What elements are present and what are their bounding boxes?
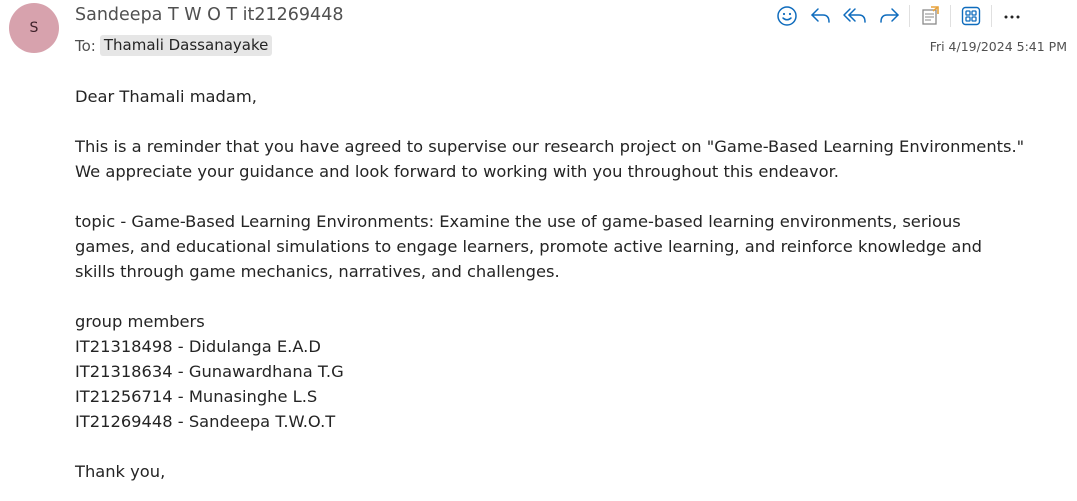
- email-reading-pane: S Sandeepa T W O T it21269448 To: Thamal…: [0, 0, 1077, 501]
- reply-icon: [809, 6, 833, 26]
- to-row: To: Thamali Dassanayake: [75, 35, 273, 56]
- member-item: IT21318634 - Gunawardhana T.G: [75, 362, 344, 381]
- avatar-initial: S: [29, 20, 39, 36]
- member-item: IT21256714 - Munasinghe L.S: [75, 387, 318, 406]
- members-heading: group members: [75, 312, 205, 331]
- sender-name[interactable]: Sandeepa T W O T it21269448: [75, 5, 343, 25]
- more-icon: [1001, 5, 1023, 27]
- reply-all-button[interactable]: [838, 2, 872, 30]
- topic-line: topic - Game-Based Learning Environments…: [75, 212, 961, 231]
- emoji-react-button[interactable]: [770, 2, 804, 30]
- sticky-note-icon: [919, 5, 941, 27]
- recipient-chip[interactable]: Thamali Dassanayake: [99, 35, 273, 56]
- topic-line: skills through game mechanics, narrative…: [75, 262, 560, 281]
- member-item: IT21318498 - Didulanga E.A.D: [75, 337, 321, 356]
- member-item: IT21269448 - Sandeepa T.W.O.T: [75, 412, 336, 431]
- paragraph-line: This is a reminder that you have agreed …: [75, 137, 1025, 156]
- reply-button[interactable]: [804, 2, 838, 30]
- toolbar-divider: [950, 5, 951, 27]
- emoji-icon: [776, 5, 798, 27]
- message-body: Dear Thamali madam, This is a reminder t…: [75, 84, 1065, 484]
- apps-button[interactable]: [954, 2, 988, 30]
- sent-date: Fri 4/19/2024 5:41 PM: [929, 39, 1067, 54]
- message-toolbar: [770, 2, 1029, 30]
- toolbar-divider: [909, 5, 910, 27]
- reply-all-icon: [842, 6, 868, 26]
- sticky-note-button[interactable]: [913, 2, 947, 30]
- paragraph-line: We appreciate your guidance and look for…: [75, 162, 839, 181]
- avatar[interactable]: S: [9, 3, 59, 53]
- apps-icon: [960, 5, 982, 27]
- forward-button[interactable]: [872, 2, 906, 30]
- topic-line: games, and educational simulations to en…: [75, 237, 982, 256]
- to-label: To:: [75, 36, 96, 55]
- greeting: Dear Thamali madam,: [75, 87, 257, 106]
- forward-icon: [877, 6, 901, 26]
- closing: Thank you,: [75, 462, 166, 481]
- toolbar-divider: [991, 5, 992, 27]
- more-actions-button[interactable]: [995, 2, 1029, 30]
